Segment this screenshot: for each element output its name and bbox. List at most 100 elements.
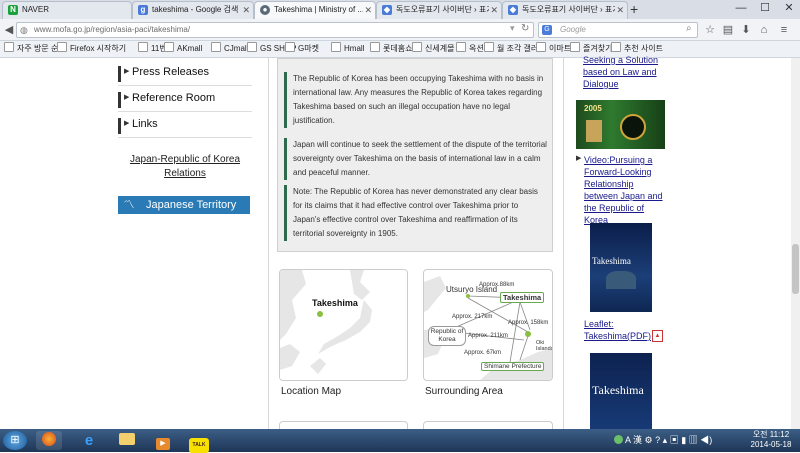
takeshima-map-label: Takeshima — [312, 298, 358, 308]
bookmark-label: CJmall — [224, 44, 249, 53]
bookmark-star-icon[interactable]: ☆ — [702, 22, 718, 38]
statement-paragraph: The Republic of Korea has been occupying… — [284, 72, 547, 128]
tab-title: Takeshima | Ministry of ... — [274, 5, 363, 14]
bookmark-item[interactable]: 이마트 — [536, 42, 571, 55]
location-map-graphic — [280, 270, 407, 380]
bookmarks-menu-icon[interactable]: ▤ — [720, 22, 736, 38]
japan-map-icon: 〽 — [123, 199, 135, 211]
sidebar-item-bar — [118, 92, 121, 108]
bullet-icon: ▶ — [576, 155, 582, 162]
korea-label: Republic of Korea — [428, 326, 466, 346]
bookmark-item[interactable]: 신세계몰 — [412, 42, 454, 55]
system-tray[interactable]: A 漢 ⚙ ? ▴ ▣ ▮ ▥ ◀) — [614, 433, 712, 447]
volume-icon[interactable]: ◀) — [700, 435, 712, 445]
media-player-taskbar-icon[interactable]: ▶ — [150, 431, 176, 450]
close-window-button[interactable]: ✕ — [778, 0, 800, 17]
seeking-solution-link[interactable]: Seeking a Solution based on Law and Dial… — [583, 54, 683, 90]
bookmark-folder-icon — [611, 42, 621, 52]
bookmark-item[interactable]: Hmall — [331, 42, 364, 55]
taskbar-clock[interactable]: 오전 11:12 2014-05-18 — [744, 430, 798, 450]
distance-label: Approx.88km — [479, 282, 515, 288]
bookmark-label: 자주 방문 순 — [17, 44, 59, 53]
new-tab-button[interactable]: + — [630, 1, 644, 17]
firefox-taskbar-icon[interactable] — [36, 431, 62, 450]
bookmark-item[interactable]: Firefox 시작하기 — [57, 42, 126, 55]
search-icon[interactable]: ⌕ — [686, 23, 692, 34]
sidebar-item-label: Reference Room — [132, 92, 216, 104]
settings-icon[interactable]: ⚙ — [645, 435, 653, 445]
takeshima-label: Takeshima — [500, 292, 545, 303]
bookmark-folder-icon — [370, 42, 380, 52]
tab-dokdo-2[interactable]: ◆ 독도오류표기 사이버단 › 표기... ✕ — [502, 1, 628, 19]
bookmark-item[interactable]: G마켓 — [285, 42, 319, 55]
home-icon[interactable]: ⌂ — [756, 22, 772, 38]
naver-icon: N — [8, 5, 18, 15]
statement-paragraph: Note: The Republic of Korea has never de… — [284, 185, 547, 241]
close-tab-icon[interactable]: ✕ — [364, 2, 372, 18]
close-tab-icon[interactable]: ✕ — [242, 2, 250, 18]
bookmark-label: Hmall — [344, 44, 365, 53]
sidebar-item-press-releases[interactable]: ▶ Press Releases — [118, 62, 252, 86]
kakaotalk-taskbar-icon[interactable]: TALK — [186, 431, 212, 453]
arrow-right-icon: ▶ — [124, 68, 130, 75]
explorer-taskbar-icon[interactable] — [114, 431, 140, 450]
url-text[interactable]: www.mofa.go.jp/region/asia-paci/takeshim… — [34, 24, 190, 36]
ime-status-icon[interactable] — [614, 435, 623, 444]
video-thumbnail[interactable]: 2005 — [576, 100, 665, 149]
column-divider — [563, 58, 564, 429]
ime-indicator[interactable]: A 漢 — [625, 435, 642, 445]
network-icon[interactable]: ▥ — [689, 435, 698, 445]
reload-icon[interactable]: ↻ — [521, 23, 529, 34]
tray-app-icon[interactable]: ▣ — [670, 435, 679, 445]
video-thumb-figure — [586, 120, 602, 142]
bookmark-label: 즐겨찾기 — [583, 44, 613, 53]
tray-app-icon[interactable]: ▮ — [681, 435, 686, 445]
start-button[interactable]: ⊞ — [3, 431, 27, 450]
tab-takeshima[interactable]: ● Takeshima | Ministry of ... ✕ — [254, 1, 376, 19]
bookmark-item[interactable]: 옥션 — [456, 42, 484, 55]
help-icon[interactable]: ? — [655, 435, 660, 445]
location-map[interactable]: Takeshima — [279, 269, 408, 381]
bookmark-item[interactable]: AKmall — [164, 42, 202, 55]
close-tab-icon[interactable]: ✕ — [616, 2, 624, 18]
ie-taskbar-icon[interactable]: e — [76, 431, 102, 450]
japanese-territory-button[interactable]: 〽 Japanese Territory — [118, 196, 250, 214]
video-play-icon — [620, 114, 646, 140]
book-thumbnail[interactable]: Takeshima — [590, 353, 652, 429]
dropdown-icon[interactable]: ▾ — [510, 23, 515, 34]
tray-arrow-icon[interactable]: ▴ — [663, 435, 668, 445]
tab-naver[interactable]: N NAVER — [2, 1, 132, 19]
scrollbar-thumb[interactable] — [792, 244, 799, 294]
tab-dokdo-1[interactable]: ◆ 독도오류표기 사이버단 › 표기... ✕ — [376, 1, 502, 19]
surrounding-area-map[interactable]: Utsuryo Island Takeshima Republic of Kor… — [423, 269, 553, 381]
minimize-button[interactable]: — — [730, 0, 752, 17]
leaflet-link[interactable]: Leaflet: Takeshima(PDF) — [584, 318, 660, 342]
distance-label: Approx. 158km — [508, 320, 549, 326]
close-tab-icon[interactable]: ✕ — [490, 2, 498, 18]
downloads-icon[interactable]: ⬇ — [738, 22, 754, 38]
menu-icon[interactable]: ≡ — [776, 22, 792, 38]
tab-google[interactable]: g takeshima - Google 검색 ✕ — [132, 1, 254, 19]
video-link[interactable]: Video:Pursuing a Forward-Looking Relatio… — [584, 154, 670, 226]
bookmark-item[interactable]: 자주 방문 순 — [4, 42, 58, 55]
maximize-button[interactable]: ☐ — [754, 0, 776, 17]
globe-icon: ◍ — [20, 25, 28, 35]
tab-title: 독도오류표기 사이버단 › 표기... — [396, 5, 489, 14]
site-icon: ◆ — [382, 5, 392, 15]
page-scrollbar[interactable] — [791, 58, 800, 429]
bookmark-label: 옥션 — [469, 44, 484, 53]
back-icon[interactable]: ◀ — [1, 22, 17, 38]
search-engine-icon[interactable]: G — [542, 25, 552, 35]
bookmark-folder-icon — [331, 42, 341, 52]
bookmark-folder-icon — [211, 42, 221, 52]
bookmark-folder-icon — [456, 42, 466, 52]
leaflet-thumbnail[interactable]: Takeshima — [590, 223, 652, 312]
pdf-icon: ▲ — [652, 330, 663, 342]
bookmark-folder-icon — [536, 42, 546, 52]
sidebar-item-reference-room[interactable]: ▶ Reference Room — [118, 88, 252, 112]
bookmark-folder-icon — [138, 42, 148, 52]
bookmark-item[interactable]: CJmall — [211, 42, 248, 55]
sidebar-item-links[interactable]: ▶ Links — [118, 114, 252, 138]
bookmark-label: G마켓 — [298, 44, 319, 53]
japan-korea-relations-link[interactable]: Japan-Republic of Korea Relations — [118, 153, 252, 181]
